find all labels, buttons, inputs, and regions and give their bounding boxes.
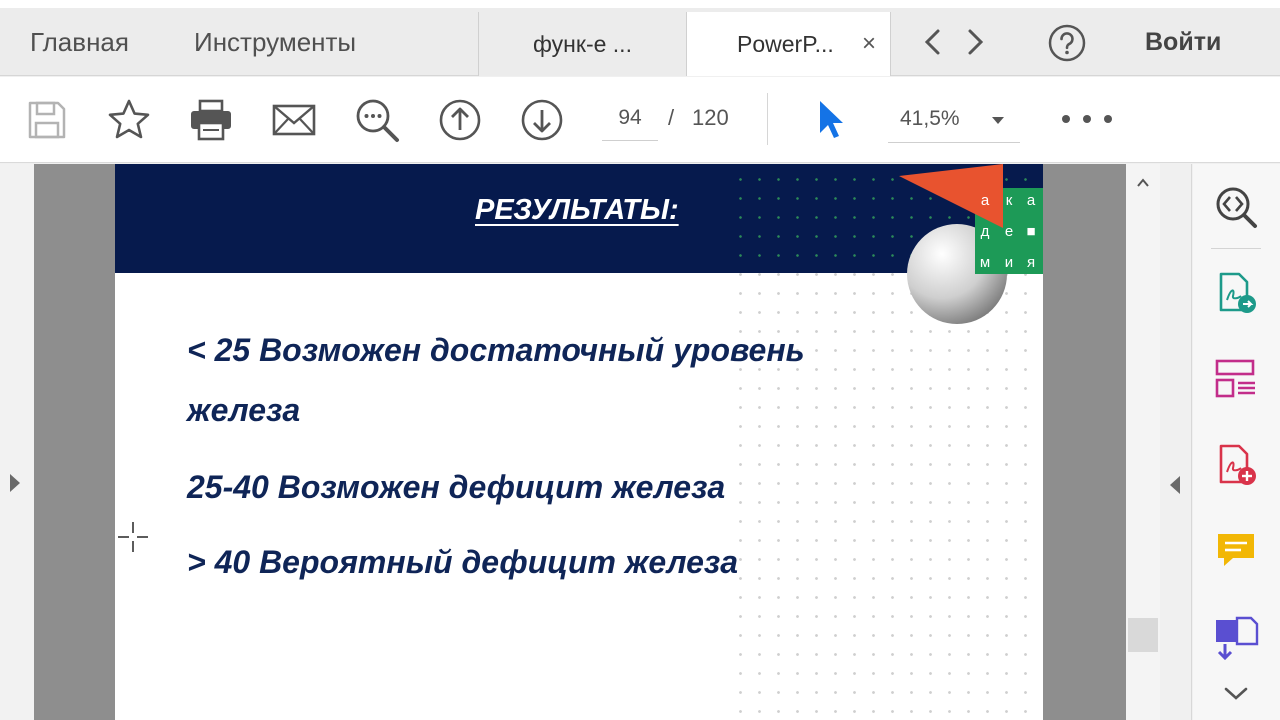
logo-letter: и [1005,254,1013,271]
dot [1062,115,1070,123]
email-icon[interactable] [271,97,317,143]
zoom-search-icon[interactable] [354,97,400,143]
logo-letter: к [1006,192,1013,209]
scroll-up-icon[interactable] [1136,176,1150,190]
vertical-scrollbar[interactable] [1126,164,1160,720]
export-pdf-icon[interactable] [1213,270,1259,316]
tab-scroll-right-icon[interactable] [960,24,990,60]
dot [1104,115,1112,123]
panel-scroll-down-icon[interactable] [1221,684,1251,704]
result-line-3: > 40 Вероятный дефицит железа [187,544,738,580]
tab-home[interactable]: Главная [30,8,129,76]
logo-letter: а [981,192,990,209]
zoom-value: 41,5% [900,106,960,130]
document-tab-2[interactable]: PowerP... × [686,12,891,76]
send-pdf-icon[interactable] [1213,614,1259,660]
page-up-icon[interactable] [437,97,483,143]
logo-letter: ■ [1026,223,1035,240]
print-icon[interactable] [188,97,234,143]
crosshair-cursor-icon [118,522,148,552]
logo-letter: е [1005,223,1013,240]
title-strip [0,0,1280,8]
save-icon[interactable] [24,97,70,143]
create-pdf-icon[interactable] [1213,442,1259,488]
page-separator: / [668,105,675,130]
more-icon[interactable] [1062,105,1112,133]
toolbar-divider [767,93,768,145]
help-icon[interactable] [1048,24,1086,62]
select-cursor-icon[interactable] [808,97,854,143]
logo-letter: д [981,223,990,240]
dot [1083,115,1091,123]
academy-logo: а к а д е ■ м и я [899,164,1043,324]
page-down-icon[interactable] [519,97,565,143]
logo-letter: м [980,254,990,271]
tab-bar: Главная Инструменты функ-е ... PowerP...… [0,0,1280,76]
tab-scroll-left-icon[interactable] [918,24,948,60]
zoom-panel-icon[interactable] [1213,184,1259,230]
chevron-down-icon [992,117,1004,124]
document-tab-1[interactable]: функ-е ... [478,12,686,76]
slide-page: РЕЗУЛЬТАТЫ: а к а д е ■ м и я < 25 Возмо… [115,164,1043,720]
bookmark-star-icon[interactable] [106,97,152,143]
page-number-input[interactable]: 94 [602,95,658,141]
scroll-thumb[interactable] [1128,618,1158,652]
right-panel-toggle[interactable] [1160,164,1192,720]
organize-pages-icon[interactable] [1213,356,1259,402]
close-tab-button[interactable]: × [862,30,876,58]
logo-letter: а [1027,192,1036,209]
document-viewer[interactable]: РЕЗУЛЬТАТЫ: а к а д е ■ м и я < 25 Возмо… [34,164,1126,720]
logo-letter: я [1027,254,1035,271]
panel-separator [1211,248,1261,249]
expand-left-panel-icon [10,474,20,492]
zoom-dropdown[interactable]: 41,5% [888,95,1020,143]
slide-title: РЕЗУЛЬТАТЫ: [475,194,679,226]
tab-tools[interactable]: Инструменты [194,8,356,76]
tools-panel [1193,164,1280,720]
document-tab-label: PowerP... [737,30,834,57]
left-panel-toggle[interactable] [0,164,34,720]
document-tab-label: функ-е ... [533,30,632,57]
collapse-right-panel-icon [1170,476,1180,494]
result-line-2: 25-40 Возможен дефицит железа [187,469,726,505]
result-line-1: < 25 Возможен достаточный уровень [187,332,805,368]
login-button[interactable]: Войти [1145,8,1221,76]
comment-icon[interactable] [1213,528,1259,574]
toolbar: 94 / 120 41,5% [0,77,1280,163]
result-line-1-continued: железа [187,392,301,428]
page-total: 120 [692,105,729,130]
